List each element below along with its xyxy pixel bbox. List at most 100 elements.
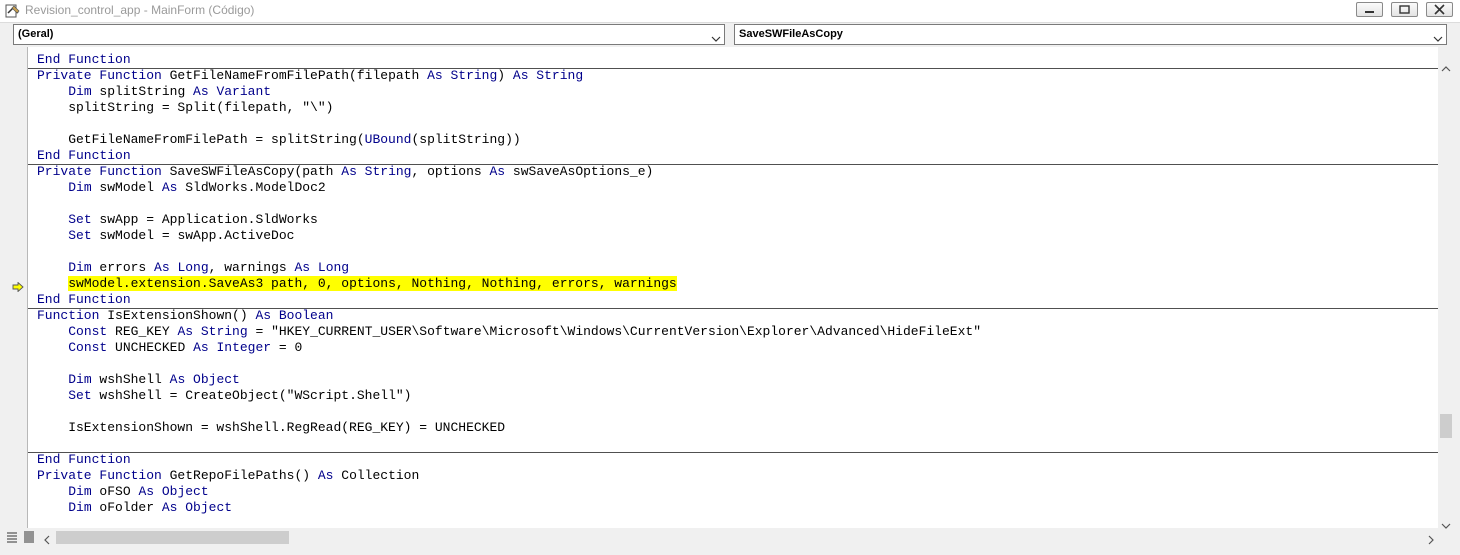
keyword-token: Dim bbox=[68, 372, 92, 387]
code-line[interactable]: Set swModel = swApp.ActiveDoc bbox=[37, 228, 294, 244]
code-line[interactable]: GetFileNameFromFilePath = splitString(UB… bbox=[37, 132, 520, 148]
vba-editor-icon bbox=[5, 3, 21, 19]
code-line[interactable]: Private Function SaveSWFileAsCopy(path A… bbox=[37, 164, 653, 180]
execution-pointer-icon bbox=[12, 279, 24, 297]
keyword-token: Const bbox=[68, 324, 108, 339]
code-line[interactable]: splitString = Split(filepath, "\") bbox=[37, 100, 333, 116]
margin-indicator-bar[interactable] bbox=[4, 47, 28, 528]
code-token: oFolder bbox=[91, 500, 162, 515]
code-token: SldWorks.ModelDoc2 bbox=[177, 180, 326, 195]
code-line[interactable]: End Function bbox=[37, 52, 131, 68]
code-token: swApp = Application.SldWorks bbox=[91, 212, 318, 227]
code-line[interactable]: Private Function GetRepoFilePaths() As C… bbox=[37, 468, 419, 484]
procedure-separator bbox=[28, 452, 1438, 453]
code-token: = "HKEY_CURRENT_USER\Software\Microsoft\… bbox=[247, 324, 981, 339]
keyword-token: End Function bbox=[37, 52, 131, 67]
code-token: UNCHECKED bbox=[107, 340, 194, 355]
code-line[interactable]: IsExtensionShown = wshShell.RegRead(REG_… bbox=[37, 420, 505, 436]
code-line[interactable]: Dim oFolder As Object bbox=[37, 500, 232, 516]
code-line[interactable]: Const UNCHECKED As Integer = 0 bbox=[37, 340, 302, 356]
keyword-token: End Function bbox=[37, 452, 131, 467]
code-line[interactable]: Dim oFSO As Object bbox=[37, 484, 209, 500]
code-token: errors bbox=[91, 260, 155, 275]
keyword-token: As Object bbox=[138, 484, 209, 499]
code-window[interactable]: End Function Private Function GetFileName… bbox=[28, 47, 1438, 528]
procedure-toolbar: (Geral) SaveSWFileAsCopy bbox=[0, 23, 1460, 46]
keyword-token: As bbox=[161, 180, 178, 195]
keyword-token: Set bbox=[68, 212, 92, 227]
scroll-down-arrow-icon[interactable] bbox=[1441, 517, 1451, 535]
scroll-right-arrow-icon[interactable] bbox=[1427, 532, 1435, 550]
keyword-token: As Variant bbox=[193, 84, 272, 99]
keyword-token: As bbox=[317, 468, 334, 483]
vertical-scrollbar[interactable] bbox=[1438, 57, 1454, 528]
current-execution-line[interactable]: swModel.extension.SaveAs3 path, 0, optio… bbox=[37, 276, 677, 292]
close-button[interactable] bbox=[1426, 2, 1453, 17]
code-line[interactable]: Function IsExtensionShown() As Boolean bbox=[37, 308, 333, 324]
code-token: IsExtensionShown() bbox=[99, 308, 256, 323]
vertical-scroll-thumb[interactable] bbox=[1440, 414, 1452, 438]
procedure-combo[interactable]: SaveSWFileAsCopy bbox=[734, 24, 1447, 45]
keyword-token: Dim bbox=[68, 500, 92, 515]
horizontal-scroll-thumb[interactable] bbox=[56, 531, 289, 544]
keyword-token: As bbox=[489, 164, 506, 179]
procedure-separator bbox=[28, 68, 1438, 69]
code-line[interactable]: Dim errors As Long, warnings As Long bbox=[37, 260, 349, 276]
code-token: , options bbox=[411, 164, 490, 179]
window-title: Revision_control_app - MainForm (Código) bbox=[25, 3, 255, 17]
keyword-token: Dim bbox=[68, 484, 92, 499]
code-line[interactable]: Set swApp = Application.SldWorks bbox=[37, 212, 318, 228]
full-module-view-icon[interactable] bbox=[22, 529, 36, 544]
keyword-token: Function bbox=[37, 308, 100, 323]
keyword-token: End Function bbox=[37, 148, 131, 163]
code-line[interactable]: Dim wshShell As Object bbox=[37, 372, 240, 388]
object-combo[interactable]: (Geral) bbox=[13, 24, 725, 45]
code-line[interactable]: Set wshShell = CreateObject("WScript.She… bbox=[37, 388, 411, 404]
restore-button[interactable] bbox=[1391, 2, 1418, 17]
code-token: GetRepoFilePaths() bbox=[161, 468, 318, 483]
code-line[interactable]: End Function bbox=[37, 148, 131, 164]
highlighted-statement: swModel.extension.SaveAs3 path, 0, optio… bbox=[68, 276, 677, 291]
code-line[interactable]: Const REG_KEY As String = "HKEY_CURRENT_… bbox=[37, 324, 981, 340]
object-combo-value: (Geral) bbox=[18, 28, 54, 40]
code-line[interactable]: End Function bbox=[37, 452, 131, 468]
keyword-token: As Boolean bbox=[255, 308, 334, 323]
keyword-token: Private Function bbox=[37, 164, 162, 179]
code-token: wshShell = CreateObject("WScript.Shell") bbox=[91, 388, 412, 403]
procedure-separator bbox=[28, 308, 1438, 309]
scroll-left-arrow-icon[interactable] bbox=[43, 532, 51, 550]
code-token: = 0 bbox=[271, 340, 303, 355]
code-line[interactable]: Dim swModel As SldWorks.ModelDoc2 bbox=[37, 180, 326, 196]
keyword-token: Set bbox=[68, 228, 92, 243]
keyword-token: As Object bbox=[169, 372, 240, 387]
minimize-button[interactable] bbox=[1356, 2, 1383, 17]
keyword-token: As Long bbox=[294, 260, 350, 275]
code-token: , warnings bbox=[208, 260, 295, 275]
code-line[interactable]: Private Function GetFileNameFromFilePath… bbox=[37, 68, 583, 84]
keyword-token: As String bbox=[177, 324, 248, 339]
code-token: swModel bbox=[91, 180, 162, 195]
procedure-view-icon[interactable] bbox=[5, 529, 19, 544]
code-token: swSaveAsOptions_e) bbox=[505, 164, 654, 179]
code-line[interactable]: End Function bbox=[37, 292, 131, 308]
keyword-token: As String bbox=[512, 68, 584, 83]
scroll-up-arrow-icon[interactable] bbox=[1441, 60, 1451, 78]
keyword-token: Const bbox=[68, 340, 108, 355]
keyword-token: Set bbox=[68, 388, 92, 403]
keyword-token: End Function bbox=[37, 292, 131, 307]
code-token: ) bbox=[497, 68, 513, 83]
code-token: swModel = swApp.ActiveDoc bbox=[91, 228, 295, 243]
code-token: GetFileNameFromFilePath = splitString( bbox=[37, 132, 365, 147]
keyword-token: As Long bbox=[154, 260, 209, 275]
code-line[interactable]: Dim splitString As Variant bbox=[37, 84, 271, 100]
code-token: oFSO bbox=[91, 484, 139, 499]
keyword-token: As Integer bbox=[193, 340, 272, 355]
